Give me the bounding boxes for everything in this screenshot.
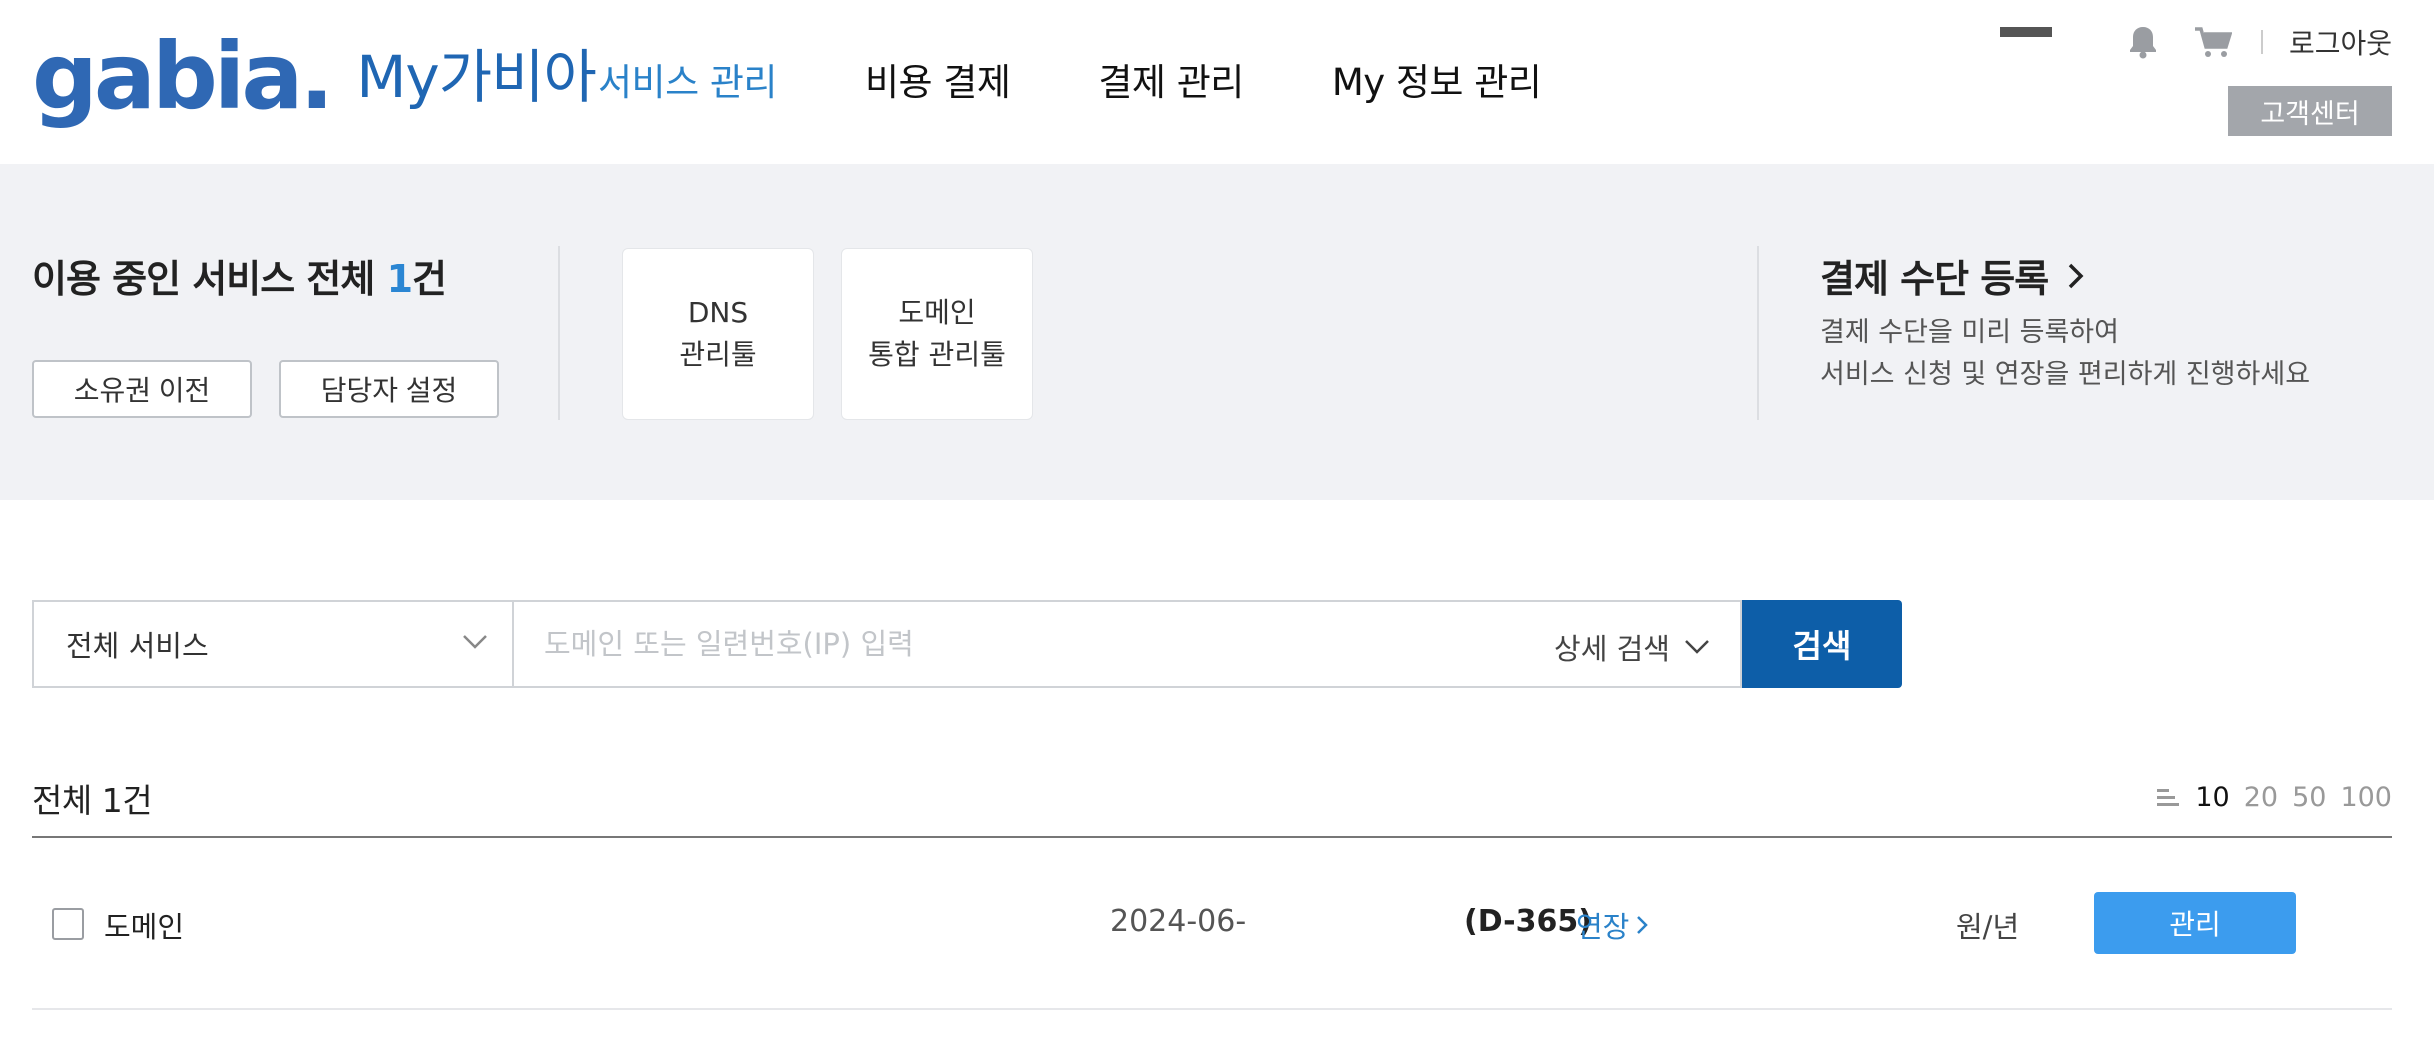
domain-tool-card[interactable]: 도메인 통합 관리툴	[841, 248, 1033, 420]
payment-register-title: 결제 수단 등록	[1820, 257, 2049, 301]
payment-register-desc: 결제 수단을 미리 등록하여 서비스 신청 및 연장을 편리하게 진행하세요	[1820, 312, 2310, 396]
logo-text: gabia.	[32, 23, 334, 130]
row-checkbox[interactable]	[52, 908, 84, 940]
logo-subtitle: My가비아	[356, 43, 596, 111]
service-count: 1	[386, 257, 413, 301]
util-divider	[2260, 30, 2263, 54]
row-expire-date: 2024-06-	[1110, 904, 1247, 939]
page-size-selector: 10 20 50 100	[2155, 782, 2392, 813]
chevron-right-icon	[1637, 916, 1649, 934]
service-type-value: 전체 서비스	[66, 629, 209, 663]
logout-link[interactable]: 로그아웃	[2289, 22, 2392, 62]
service-count-title: 이용 중인 서비스 전체 1건	[32, 248, 447, 303]
search-input[interactable]	[544, 627, 1444, 661]
ownership-transfer-button[interactable]: 소유권 이전	[32, 360, 252, 418]
detail-search-label: 상세 검색	[1554, 632, 1670, 666]
search-button[interactable]: 검색	[1742, 600, 1902, 688]
search-bar: 전체 서비스 상세 검색 검색	[32, 600, 1902, 688]
payment-register-link[interactable]: 결제 수단 등록	[1820, 248, 2090, 303]
total-count: 전체 1건	[32, 781, 153, 820]
manager-setting-button[interactable]: 담당자 설정	[279, 360, 499, 418]
header: gabia. My가비아 서비스 관리 비용 결제 결제 관리 My 정보 관리…	[0, 0, 2434, 164]
page-size-10[interactable]: 10	[2195, 782, 2229, 813]
dns-tool-line2: 관리툴	[679, 338, 757, 371]
renew-label: 연장	[1576, 910, 1630, 944]
detail-search-toggle[interactable]: 상세 검색	[1554, 626, 1710, 668]
chevron-right-icon	[2068, 263, 2084, 288]
chevron-down-icon	[1685, 640, 1709, 654]
top-utility: 로그아웃	[2093, 22, 2392, 62]
manage-button[interactable]: 관리	[2094, 892, 2296, 954]
page-size-100[interactable]: 100	[2340, 782, 2392, 813]
page-size-50[interactable]: 50	[2292, 782, 2326, 813]
divider	[1757, 246, 1759, 420]
cart-icon[interactable]	[2193, 22, 2233, 62]
dns-tool-line1: DNS	[687, 296, 749, 329]
row-service-name: 도메인	[104, 910, 185, 944]
domain-tool-line2: 통합 관리툴	[868, 338, 1006, 371]
service-count-prefix: 이용 중인 서비스 전체	[32, 257, 387, 301]
nav-payment-manage[interactable]: 결제 관리	[1098, 52, 1244, 106]
gabia-logo[interactable]: gabia. My가비아	[32, 22, 597, 132]
nav-my-info[interactable]: My 정보 관리	[1332, 52, 1542, 106]
list-header: 전체 1건 10 20 50 100	[32, 770, 2392, 838]
service-type-select[interactable]: 전체 서비스	[32, 600, 512, 688]
service-count-suffix: 건	[412, 257, 447, 301]
main-nav: 서비스 관리 비용 결제 결제 관리 My 정보 관리	[598, 52, 1629, 106]
table-row: 도메인 2024-06- (D-365) 연장 원/년 관리	[32, 850, 2392, 1010]
chevron-down-icon	[463, 635, 487, 649]
header-marker	[2000, 27, 2052, 37]
nav-service-manage[interactable]: 서비스 관리	[598, 52, 777, 106]
row-dday: (D-365)	[1464, 904, 1592, 939]
row-renew-link[interactable]: 연장	[1576, 904, 1649, 946]
payment-desc-line2: 서비스 신청 및 연장을 편리하게 진행하세요	[1820, 359, 2311, 390]
page-size-20[interactable]: 20	[2244, 782, 2278, 813]
bell-icon[interactable]	[2123, 22, 2163, 62]
nav-cost-payment[interactable]: 비용 결제	[865, 52, 1011, 106]
customer-center-button[interactable]: 고객센터	[2228, 86, 2392, 136]
dns-tool-card[interactable]: DNS 관리툴	[622, 248, 814, 420]
service-summary-banner: 이용 중인 서비스 전체 1건 소유권 이전 담당자 설정 DNS 관리툴 도메…	[0, 164, 2434, 500]
payment-desc-line1: 결제 수단을 미리 등록하여	[1820, 317, 2119, 348]
divider	[558, 246, 560, 420]
domain-tool-line1: 도메인	[898, 296, 976, 329]
search-field: 상세 검색	[512, 600, 1742, 688]
list-size-icon	[2157, 788, 2180, 806]
row-price: 원/년	[1956, 910, 2020, 944]
